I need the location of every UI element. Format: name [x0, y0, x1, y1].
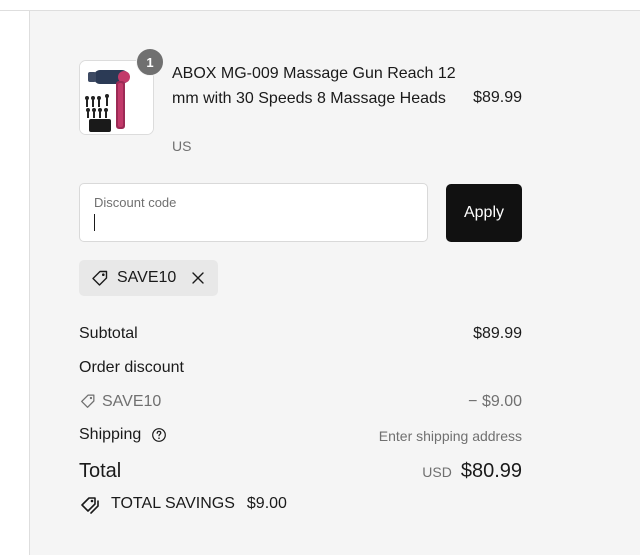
remove-discount-icon[interactable] [191, 271, 205, 285]
help-icon[interactable] [151, 427, 167, 443]
shipping-label: Shipping [79, 426, 142, 443]
shipping-value: Enter shipping address [378, 428, 522, 444]
text-cursor [94, 214, 95, 231]
applied-discount-chip: SAVE10 [79, 260, 218, 296]
apply-discount-button[interactable]: Apply [446, 184, 522, 242]
discount-code-field[interactable]: Discount code [79, 183, 428, 242]
discount-tag-icon [81, 394, 95, 408]
savings-value: $9.00 [246, 495, 287, 512]
subtotal-label: Subtotal [79, 325, 138, 342]
quantity-badge: 1 [136, 48, 164, 76]
currency-code: USD [422, 464, 452, 480]
total-savings: TOTAL SAVINGS $9.00 [111, 495, 287, 513]
total-value: $80.99 [460, 460, 522, 482]
total-amount: USD $80.99 [422, 460, 522, 483]
tag-icon [92, 270, 108, 286]
discount-amount: − $9.00 [468, 393, 522, 410]
product-name: ABOX MG-009 Massage Gun Reach 12 mm with… [172, 65, 456, 107]
discount-code-line: SAVE10 [102, 393, 162, 410]
product-price: $89.99 [473, 89, 522, 106]
product-variant: US [172, 138, 192, 154]
total-label: Total [79, 460, 122, 482]
applied-discount-code: SAVE10 [117, 269, 177, 286]
discount-code-label: Discount code [94, 195, 177, 210]
order-discount-label: Order discount [79, 359, 184, 376]
subtotal-value: $89.99 [473, 325, 522, 342]
savings-tags-icon [81, 497, 99, 514]
savings-label: TOTAL SAVINGS [111, 495, 235, 512]
